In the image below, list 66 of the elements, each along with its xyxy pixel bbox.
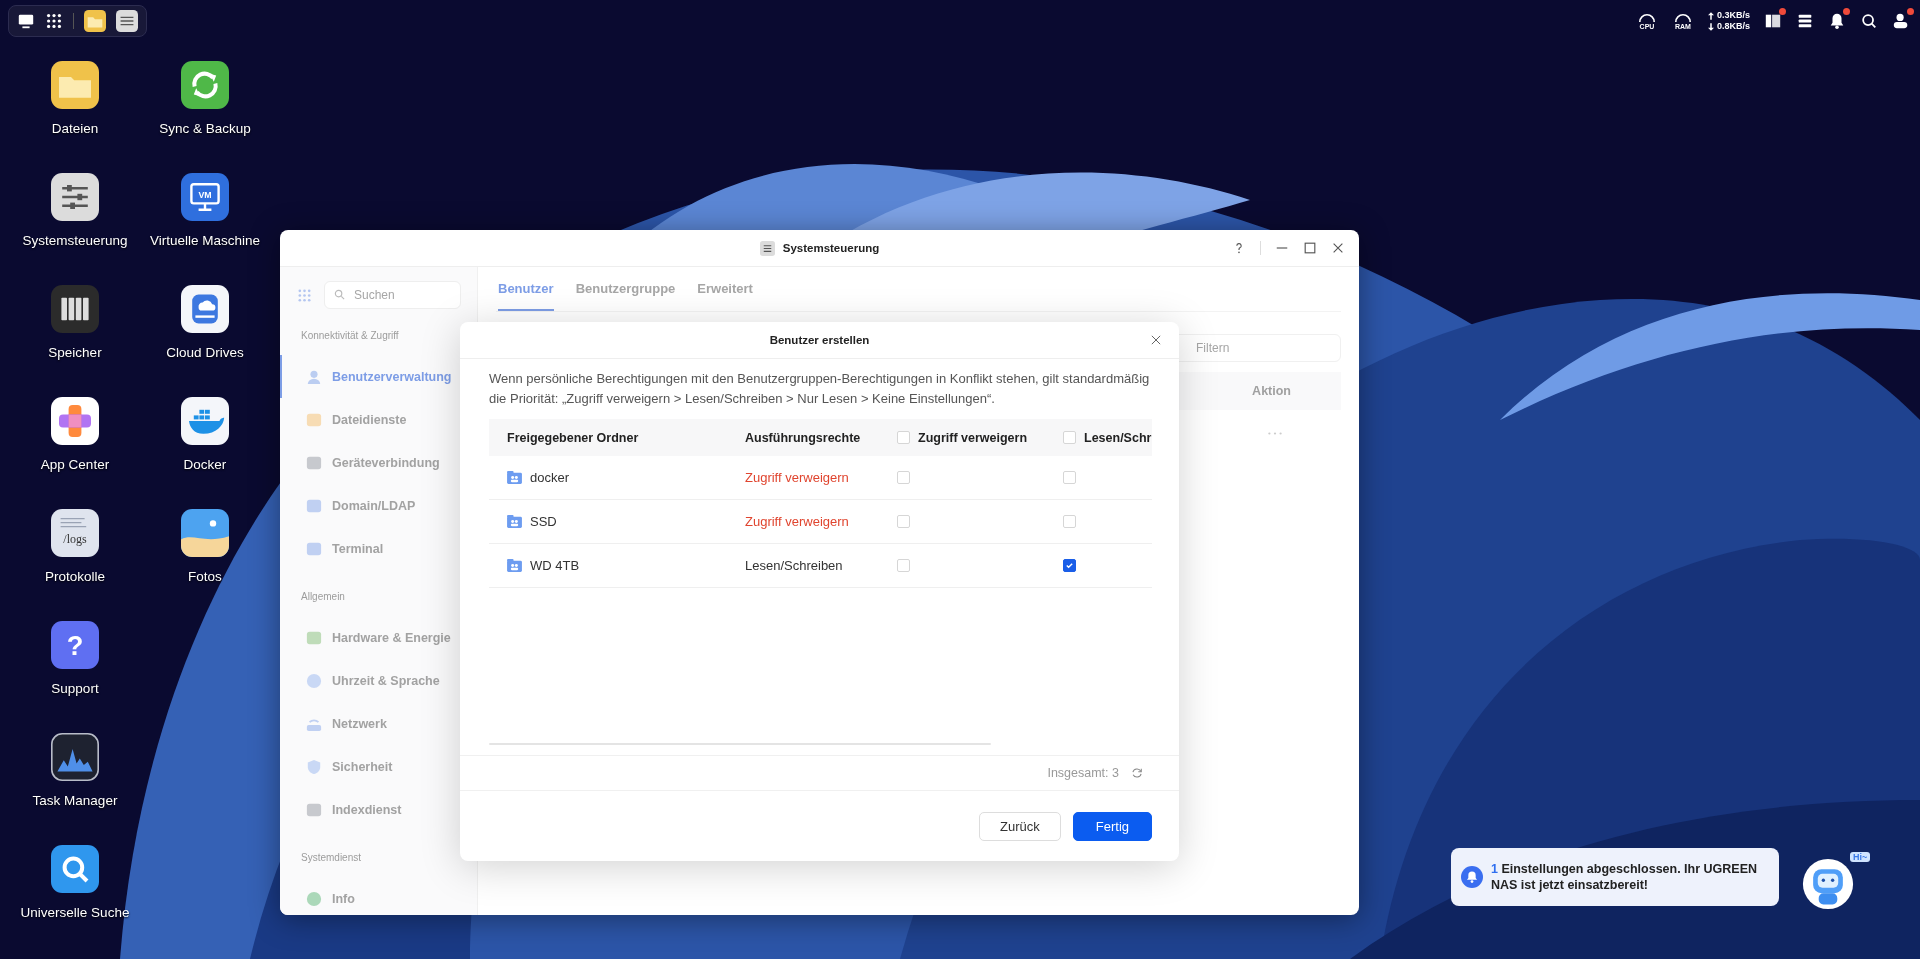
app-shortcut[interactable]: Docker bbox=[140, 391, 270, 503]
shared-folder-icon bbox=[507, 559, 522, 572]
notification-text: 1 Einstellungen abgeschlossen. Ihr UGREEN NAS ist jetzt einsatzbereit! bbox=[1491, 861, 1759, 893]
search-field[interactable]: Suchen bbox=[324, 281, 461, 309]
bell-icon[interactable] bbox=[1828, 12, 1846, 30]
user-icon bbox=[306, 368, 322, 385]
shared-folder-icon bbox=[507, 515, 522, 528]
download-speed: 0.8KB/s bbox=[1716, 21, 1750, 32]
bell-icon bbox=[1461, 866, 1483, 888]
app-shortcut[interactable]: Cloud Drives bbox=[140, 279, 270, 391]
column-header: Ausführungsrechte bbox=[745, 430, 861, 445]
server-icon[interactable] bbox=[1796, 12, 1814, 30]
monitor-icon[interactable] bbox=[17, 12, 35, 30]
total-count: Insgesamt: 3 bbox=[1047, 766, 1119, 780]
down-arrow-icon bbox=[1707, 22, 1714, 31]
back-button[interactable]: Zurück bbox=[979, 811, 1061, 841]
widgets-icon[interactable] bbox=[1764, 12, 1782, 30]
folder-name: WD 4TB bbox=[530, 558, 580, 573]
section-heading: Allgemein bbox=[300, 589, 346, 604]
folder-name: docker bbox=[530, 470, 570, 485]
checkbox[interactable] bbox=[1063, 559, 1076, 572]
gauge-icon[interactable] bbox=[1637, 11, 1656, 23]
checkmark-icon bbox=[1065, 561, 1074, 570]
finish-button[interactable]: Fertig bbox=[1072, 811, 1152, 841]
app-shortcut[interactable]: Sync & Backup bbox=[140, 55, 270, 167]
app-shortcut[interactable]: /logs Protokolle bbox=[10, 503, 140, 615]
app-shortcut[interactable]: Dateien bbox=[10, 55, 140, 167]
section-heading: Konnektivität & Zugriff bbox=[300, 328, 400, 343]
gauge-icon[interactable] bbox=[1673, 11, 1692, 23]
search-icon bbox=[334, 289, 345, 300]
app-shortcut[interactable]: Task Manager bbox=[10, 727, 140, 839]
notification-dot bbox=[1907, 8, 1914, 15]
dialog-title: Benutzer erstellen bbox=[769, 334, 870, 346]
section-heading: Systemdienst bbox=[300, 850, 363, 865]
notification-dot bbox=[1843, 8, 1850, 15]
shield-icon bbox=[306, 758, 322, 775]
app-shortcut[interactable]: Speicher bbox=[10, 279, 140, 391]
permission-label: Lesen/Schreiben bbox=[745, 558, 843, 573]
folder-name: SSD bbox=[530, 514, 557, 529]
app-shortcut[interactable]: ? Support bbox=[10, 615, 140, 727]
up-arrow-icon bbox=[1707, 11, 1714, 20]
grid-icon[interactable] bbox=[45, 12, 63, 30]
permission-label: Zugriff verweigern bbox=[745, 514, 849, 529]
permission-label: Zugriff verweigern bbox=[745, 470, 849, 485]
refresh-icon[interactable] bbox=[1131, 767, 1143, 779]
notification-dot bbox=[1779, 8, 1786, 15]
notice-text: Wenn persönliche Berechtigungen mit den Benutzergruppen-Berechtigungen in Konflikt stehen, gilt standardmäßig die Priorität: „Zugriff verweigern > Lesen/Schreiben > Nur Lesen > Keine Einstellungen“. bbox=[489, 370, 1151, 408]
robot-drawing[interactable] bbox=[1802, 858, 1854, 910]
maximize-icon[interactable] bbox=[1303, 241, 1317, 255]
column-header: Zugriff verweigern bbox=[918, 430, 1028, 445]
app-shortcut[interactable]: VM Virtuelle Maschine bbox=[140, 167, 270, 279]
app-shortcut[interactable]: Systemsteuerung bbox=[10, 167, 140, 279]
app-shortcut[interactable]: Fotos bbox=[140, 503, 270, 615]
window-title: Systemsteuerung bbox=[782, 242, 880, 254]
column-header: Lesen/Schr bbox=[1084, 430, 1152, 445]
user-icon[interactable] bbox=[1892, 12, 1910, 30]
shared-folder-icon bbox=[507, 471, 522, 484]
close-icon[interactable] bbox=[1331, 241, 1345, 255]
upload-speed: 0.3KB/s bbox=[1716, 10, 1750, 21]
column-header: Freigegebener Ordner bbox=[507, 430, 639, 445]
close-icon[interactable] bbox=[1151, 335, 1161, 345]
app-shortcut[interactable]: Universelle Suche bbox=[10, 839, 140, 951]
column-header: Aktion bbox=[1252, 384, 1291, 398]
greeting-bubble: Hi~ bbox=[1850, 852, 1871, 862]
app-shortcut[interactable]: App Center bbox=[10, 391, 140, 503]
search-icon[interactable] bbox=[1860, 12, 1878, 30]
